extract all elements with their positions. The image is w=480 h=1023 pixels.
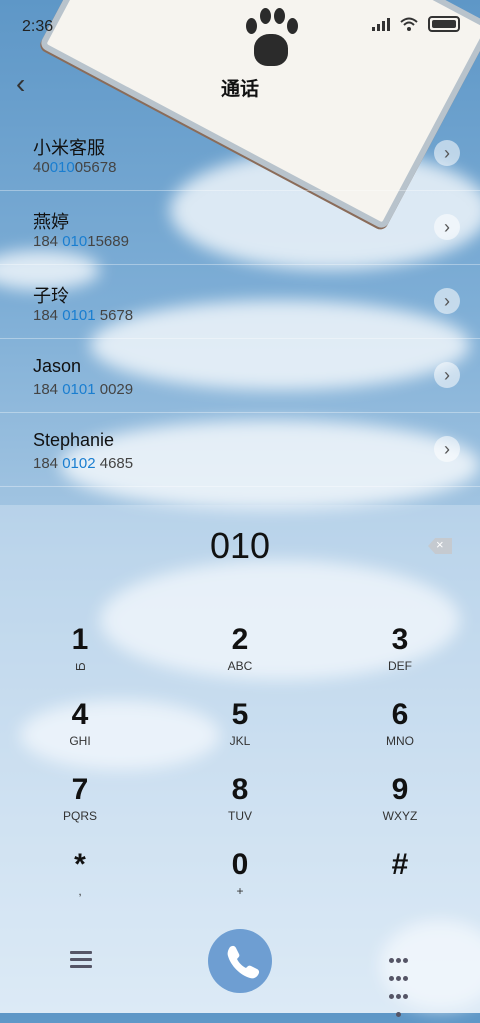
- dial-key-7[interactable]: 7 PQRS: [20, 773, 140, 843]
- dial-key-6[interactable]: 6 MNO: [340, 698, 460, 768]
- contact-name: 燕婷: [33, 212, 69, 232]
- contact-name: Jason: [33, 356, 82, 376]
- dial-key-5[interactable]: 5 JKL: [180, 698, 300, 768]
- bottom-action-bar: [0, 925, 480, 1017]
- dial-key-2[interactable]: 2 ABC: [180, 623, 300, 693]
- dial-key-0[interactable]: 0 +: [180, 848, 300, 918]
- dial-input-display[interactable]: 010: [0, 525, 480, 567]
- contact-number: 184 0102 4685: [33, 455, 134, 472]
- contact-name: 小米客服: [33, 138, 105, 158]
- dial-key-8[interactable]: 8 TUV: [180, 773, 300, 843]
- contact-list[interactable]: 小米客服 4001005678 › 燕婷 184 01015689 › 子玲 1…: [0, 117, 480, 507]
- chevron-right-icon[interactable]: ›: [434, 362, 460, 388]
- dial-key-9[interactable]: 9 WXYZ: [340, 773, 460, 843]
- chevron-right-icon[interactable]: ›: [434, 436, 460, 462]
- header: ‹ 通话: [0, 60, 480, 110]
- contact-number: 4001005678: [33, 159, 117, 176]
- list-item[interactable]: Stephanie 184 0102 4685 ›: [0, 413, 480, 487]
- list-item[interactable]: 燕婷 184 01015689 ›: [0, 191, 480, 265]
- list-item[interactable]: 小米客服 4001005678 ›: [0, 117, 480, 191]
- chevron-right-icon[interactable]: ›: [434, 214, 460, 240]
- page-title: 通话: [220, 79, 259, 100]
- status-bar: 2:36: [0, 0, 480, 52]
- contact-name: 子玲: [33, 286, 69, 306]
- dial-key-3[interactable]: 3 DEF: [340, 623, 460, 693]
- contact-number: 184 01015689: [33, 233, 129, 250]
- dialpad-grid-icon[interactable]: [388, 951, 410, 1023]
- list-item[interactable]: 子玲 184 0101 5678 ›: [0, 265, 480, 339]
- wifi-icon: [400, 17, 418, 31]
- contact-number: 184 0101 5678: [33, 307, 134, 324]
- list-item[interactable]: Jason 184 0101 0029 ›: [0, 339, 480, 413]
- contact-number: 184 0101 0029: [33, 381, 134, 398]
- dial-key-4[interactable]: 4 GHI: [20, 698, 140, 768]
- contact-name: Stephanie: [33, 430, 115, 450]
- battery-icon: [428, 16, 460, 32]
- signal-icon: [372, 17, 390, 31]
- menu-icon[interactable]: [70, 951, 92, 972]
- call-button[interactable]: [208, 929, 272, 993]
- phone-icon: [227, 945, 260, 979]
- dial-key-1[interactable]: 1ഥ: [20, 623, 140, 693]
- chevron-right-icon[interactable]: ›: [434, 140, 460, 166]
- status-time: 2:36: [22, 18, 54, 35]
- chevron-right-icon[interactable]: ›: [434, 288, 460, 314]
- dial-key-hash[interactable]: #: [340, 848, 460, 918]
- dial-key-star[interactable]: *,: [20, 848, 140, 918]
